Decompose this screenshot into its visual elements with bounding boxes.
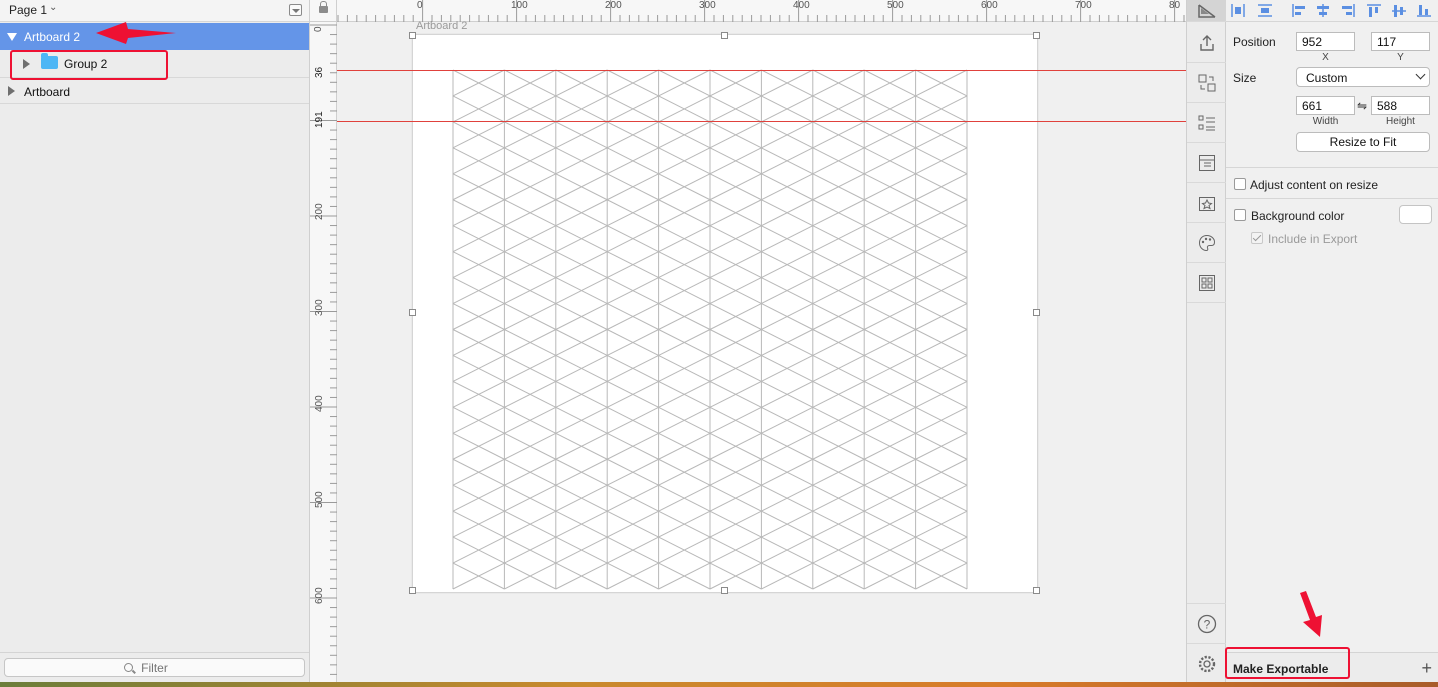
annotation-arrows (96, 22, 1322, 637)
desktop-background-strip (0, 682, 1438, 687)
annotation-arrow (1300, 591, 1322, 637)
annotation-arrow (96, 22, 176, 44)
